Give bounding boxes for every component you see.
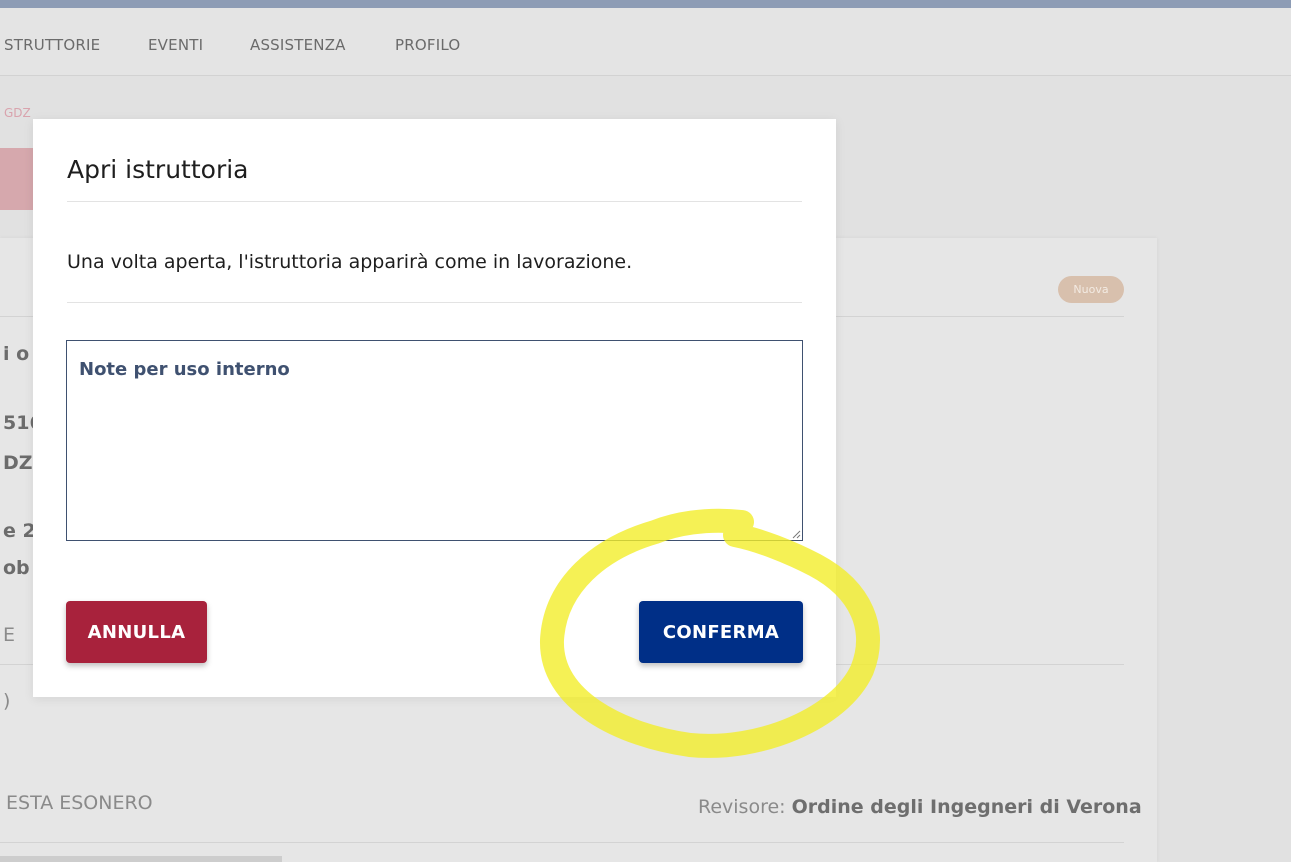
card-text-fragment: E (3, 624, 16, 646)
dialog-divider (67, 302, 802, 303)
nav-item-assistenza[interactable]: ASSISTENZA (250, 36, 346, 54)
cancel-button[interactable]: ANNULLA (66, 601, 207, 663)
card-text-fragment: ) (3, 690, 11, 712)
divider (0, 842, 1124, 843)
internal-notes-label: Note per uso interno (79, 359, 290, 380)
breadcrumb[interactable]: GDZ (4, 106, 31, 120)
nav-item-profilo[interactable]: PROFILO (395, 36, 460, 54)
dialog-divider (67, 201, 802, 202)
internal-notes-textarea[interactable]: Note per uso interno (66, 340, 803, 541)
nav-item-eventi[interactable]: EVENTI (148, 36, 203, 54)
bottom-tab[interactable] (0, 856, 282, 862)
main-nav: STRUTTORIE EVENTI ASSISTENZA PROFILO (0, 8, 1291, 76)
reviewer-info: Revisore: Ordine degli Ingegneri di Vero… (698, 796, 1142, 818)
dialog-message: Una volta aperta, l'istruttoria apparirà… (67, 251, 633, 273)
nav-item-istruttorie[interactable]: STRUTTORIE (4, 36, 100, 54)
reviewer-value: Ordine degli Ingegneri di Verona (791, 796, 1142, 818)
open-istruttoria-dialog: Apri istruttoria Una volta aperta, l'ist… (33, 119, 836, 697)
status-badge: Nuova (1058, 276, 1124, 303)
card-text-fragment: i o (3, 343, 30, 365)
resize-handle-icon[interactable] (791, 529, 801, 539)
confirm-button[interactable]: CONFERMA (639, 601, 803, 663)
dialog-title: Apri istruttoria (67, 155, 249, 184)
top-accent-bar (0, 0, 1291, 8)
request-type-label: ESTA ESONERO (6, 792, 153, 814)
card-text-fragment: ob (3, 557, 30, 579)
card-text-fragment: DZ (3, 452, 33, 474)
reviewer-label: Revisore: (698, 796, 786, 818)
